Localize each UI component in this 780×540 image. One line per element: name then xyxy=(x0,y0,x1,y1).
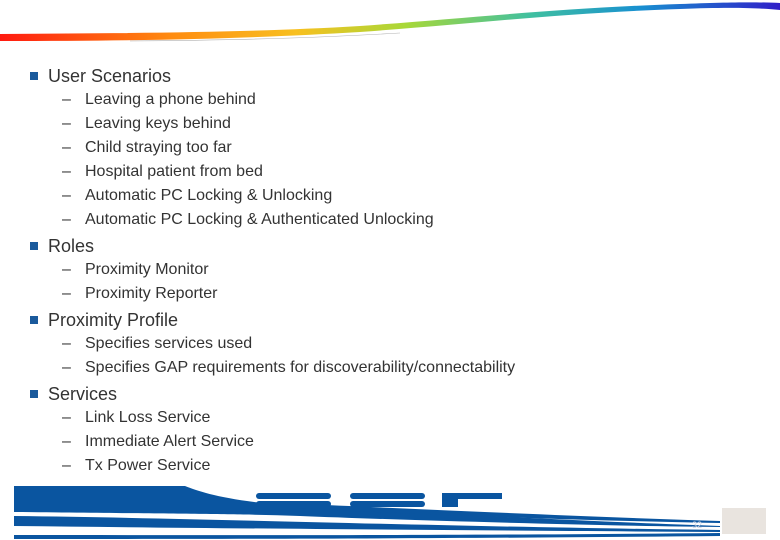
section-services: Services – Link Loss Service – Immediate A… xyxy=(28,382,748,478)
section-title: User Scenarios xyxy=(48,66,172,86)
list-item-text: Hospital patient from bed xyxy=(85,163,263,180)
list-item: – Hospital patient from bed xyxy=(28,160,748,184)
square-bullet-icon xyxy=(30,316,38,324)
list-item: – Automatic PC Locking & Unlocking xyxy=(28,184,748,208)
list-item-text: Leaving a phone behind xyxy=(85,91,256,108)
footer-csr-banner xyxy=(14,486,720,539)
section-title: Services xyxy=(48,384,118,404)
list-item: – Leaving keys behind xyxy=(28,112,748,136)
list-item-text: Proximity Reporter xyxy=(85,285,218,302)
list-item: – Specifies GAP requirements for discover… xyxy=(28,356,748,380)
dash-bullet-icon: – xyxy=(62,187,71,204)
square-bullet-icon xyxy=(30,242,38,250)
section-heading: Services xyxy=(28,382,748,406)
dash-bullet-icon: – xyxy=(62,359,71,376)
dash-bullet-icon: – xyxy=(62,457,71,474)
dash-bullet-icon: – xyxy=(62,139,71,156)
section-title: Proximity Profile xyxy=(48,310,179,330)
list-item-text: Tx Power Service xyxy=(85,457,211,474)
list-item-text: Automatic PC Locking & Unlocking xyxy=(85,187,333,204)
list-item-text: Specifies GAP requirements for discovera… xyxy=(85,359,516,376)
list-item: – Child straying too far xyxy=(28,136,748,160)
list-item: – Leaving a phone behind xyxy=(28,88,748,112)
dash-bullet-icon: – xyxy=(62,163,71,180)
list-item-text: Immediate Alert Service xyxy=(85,433,254,450)
list-item-text: Leaving keys behind xyxy=(85,115,231,132)
section-heading: Proximity Profile xyxy=(28,308,748,332)
dash-bullet-icon: – xyxy=(62,211,71,228)
footer-stripe xyxy=(14,533,720,539)
dash-bullet-icon: – xyxy=(62,285,71,302)
list-item-text: Link Loss Service xyxy=(85,409,211,426)
dash-bullet-icon: – xyxy=(62,409,71,426)
header-rainbow-swoosh xyxy=(0,2,780,42)
list-item-text: Automatic PC Locking & Authenticated Unl… xyxy=(85,211,434,228)
section-proximity-profile: Proximity Profile – Specifies services us… xyxy=(28,308,748,380)
section-heading: Roles xyxy=(28,234,748,258)
dash-bullet-icon: – xyxy=(62,115,71,132)
section-roles: Roles – Proximity Monitor – Proximity Repo… xyxy=(28,234,748,306)
list-item: – Proximity Monitor xyxy=(28,258,748,282)
list-item: – Immediate Alert Service xyxy=(28,430,748,454)
people-photo-image xyxy=(722,508,766,534)
section-user-scenarios: User Scenarios – Leaving a phone behind –… xyxy=(28,64,748,232)
square-bullet-icon xyxy=(30,72,38,80)
list-item: – Proximity Reporter xyxy=(28,282,748,306)
list-item: – Tx Power Service xyxy=(28,454,748,478)
csr-logo xyxy=(256,493,502,507)
section-heading: User Scenarios xyxy=(28,64,748,88)
list-item-text: Child straying too far xyxy=(85,139,232,156)
list-item: – Link Loss Service xyxy=(28,406,748,430)
dash-bullet-icon: – xyxy=(62,261,71,278)
dash-bullet-icon: – xyxy=(62,335,71,352)
page-number: 32 xyxy=(692,520,703,530)
section-title: Roles xyxy=(48,236,95,256)
slide-body: User Scenarios – Leaving a phone behind –… xyxy=(28,62,748,478)
list-item: – Specifies services used xyxy=(28,332,748,356)
list-item-text: Specifies services used xyxy=(85,335,253,352)
dash-bullet-icon: – xyxy=(62,433,71,450)
list-item-text: Proximity Monitor xyxy=(85,261,209,278)
square-bullet-icon xyxy=(30,390,38,398)
dash-bullet-icon: – xyxy=(62,91,71,108)
list-item: – Automatic PC Locking & Authenticated Un… xyxy=(28,208,748,232)
